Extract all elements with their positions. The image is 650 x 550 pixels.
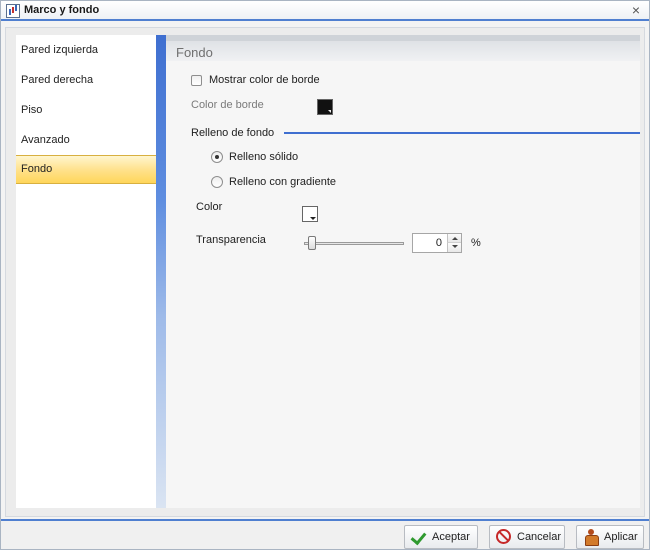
fill-section-label: Relleno de fondo xyxy=(191,127,275,139)
nav-item-label: Avanzado xyxy=(21,134,70,146)
dialog-footer: Aceptar Cancelar Aplicar xyxy=(1,519,649,549)
nav-item-fondo[interactable]: Fondo xyxy=(16,155,156,184)
dialog-window: Marco y fondo × Pared izquierda Pared de… xyxy=(0,0,650,550)
nav-item-avanzado[interactable]: Avanzado xyxy=(16,127,156,155)
stepper-down-icon[interactable] xyxy=(447,243,461,252)
transparency-label: Transparencia xyxy=(196,234,266,246)
panel-title: Fondo xyxy=(176,45,213,60)
transparency-stepper[interactable]: 0 xyxy=(412,233,462,253)
nav-item-label: Pared derecha xyxy=(21,74,94,86)
apply-button[interactable]: Aplicar xyxy=(576,525,644,549)
show-border-checkbox[interactable] xyxy=(191,75,202,86)
gradient-fill-label: Relleno con gradiente xyxy=(229,176,337,188)
category-list: Pared izquierda Pared derecha Piso Avanz… xyxy=(16,35,156,508)
transparency-value[interactable]: 0 xyxy=(413,234,446,252)
transparency-slider-track[interactable] xyxy=(304,242,404,245)
close-icon[interactable]: × xyxy=(629,3,643,17)
settings-panel: Fondo Mostrar color de borde Color de bo… xyxy=(166,35,640,508)
accept-button[interactable]: Aceptar xyxy=(404,525,478,549)
nav-item-label: Piso xyxy=(21,104,43,116)
fill-color-picker[interactable] xyxy=(302,206,318,222)
panel-header xyxy=(166,35,640,61)
apply-button-label: Aplicar xyxy=(604,531,638,543)
section-divider xyxy=(284,132,640,134)
accept-button-label: Aceptar xyxy=(432,531,470,543)
dialog-title: Marco y fondo xyxy=(24,4,100,16)
stamp-icon xyxy=(583,529,599,546)
solid-fill-label: Relleno sólido xyxy=(229,151,299,163)
nav-item-label: Fondo xyxy=(21,163,53,175)
gradient-fill-radio[interactable] xyxy=(211,176,223,188)
accent-stripe xyxy=(156,35,166,508)
stepper-up-icon[interactable] xyxy=(447,234,461,243)
border-color-label: Color de borde xyxy=(191,99,264,111)
check-icon xyxy=(411,529,427,545)
border-color-picker[interactable] xyxy=(317,99,333,115)
cancel-button-label: Cancelar xyxy=(517,531,562,543)
nav-item-pared-derecha[interactable]: Pared derecha xyxy=(16,67,156,95)
cancel-button[interactable]: Cancelar xyxy=(489,525,565,549)
chart-icon xyxy=(6,4,20,18)
solid-fill-radio[interactable] xyxy=(211,151,223,163)
nav-item-pared-izquierda[interactable]: Pared izquierda xyxy=(16,37,156,65)
title-bar[interactable]: Marco y fondo × xyxy=(1,1,649,21)
nav-item-piso[interactable]: Piso xyxy=(16,97,156,125)
cancel-icon xyxy=(496,529,511,544)
fill-color-label: Color xyxy=(196,201,223,213)
nav-item-label: Pared izquierda xyxy=(21,44,99,56)
transparency-unit: % xyxy=(471,237,481,249)
transparency-slider-thumb[interactable] xyxy=(308,236,316,250)
dialog-content: Pared izquierda Pared derecha Piso Avanz… xyxy=(5,27,645,517)
show-border-label: Mostrar color de borde xyxy=(209,74,320,86)
